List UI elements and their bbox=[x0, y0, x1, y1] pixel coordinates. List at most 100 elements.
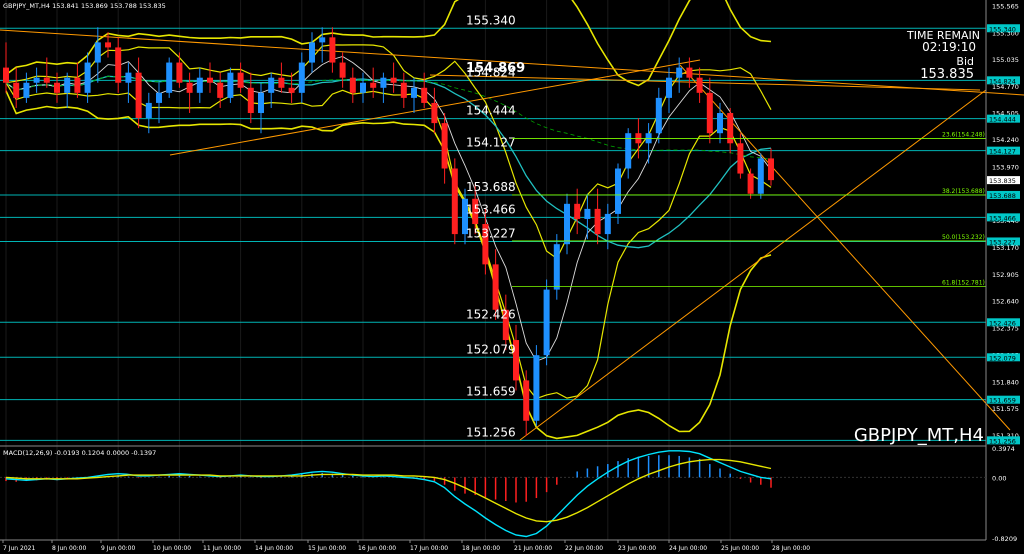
time-tick-label: 7 Jun 2021 bbox=[3, 545, 35, 552]
fib-label: 50.0(153.232) bbox=[942, 234, 985, 241]
candle-body bbox=[564, 203, 570, 245]
level-label: 154.127 bbox=[466, 136, 516, 150]
candle-body bbox=[207, 77, 213, 83]
candle-body bbox=[227, 72, 234, 98]
level-label: 155.340 bbox=[466, 13, 516, 27]
time-tick-label: 14 Jun 00:00 bbox=[255, 545, 293, 552]
candle-body bbox=[247, 87, 254, 114]
candle-body bbox=[339, 62, 346, 78]
fib-label: 38.2(153.688) bbox=[942, 188, 985, 195]
candle-body bbox=[666, 77, 672, 98]
candle-body bbox=[686, 67, 693, 78]
candle-body bbox=[135, 72, 142, 119]
level-label: 153.688 bbox=[466, 180, 516, 194]
candle-body bbox=[237, 72, 244, 88]
price-badge-label: 152.079 bbox=[989, 354, 1016, 362]
candle-body bbox=[319, 37, 326, 43]
candle-body bbox=[176, 62, 183, 83]
candle-body bbox=[492, 264, 499, 310]
candle-body bbox=[54, 82, 60, 93]
macd-label: MACD(12,26,9) -0.0193 0.1204 0.0000 -0.1… bbox=[3, 449, 156, 457]
price-badge-label: 154.444 bbox=[989, 116, 1016, 124]
fib-label: 23.6(154.248) bbox=[942, 131, 985, 138]
candle-body bbox=[196, 77, 203, 93]
time-tick-label: 25 Jun 00:00 bbox=[721, 545, 759, 552]
candle-body bbox=[13, 82, 20, 98]
level-label: 154.444 bbox=[466, 104, 516, 118]
candle-body bbox=[655, 97, 662, 134]
time-tick-label: 11 Jun 00:00 bbox=[203, 545, 241, 552]
price-tick-label: 151.575 bbox=[992, 405, 1019, 413]
bid-value: 153.835 bbox=[920, 67, 974, 82]
candle-body bbox=[768, 158, 774, 181]
level-label: 153.466 bbox=[466, 202, 516, 216]
candle-body bbox=[278, 77, 285, 88]
candle-body bbox=[574, 203, 581, 219]
candle-body bbox=[145, 102, 152, 119]
candle-body bbox=[298, 62, 305, 93]
candle-body bbox=[543, 289, 550, 356]
time-tick-label: 22 Jun 00:00 bbox=[565, 545, 603, 552]
level-label: 152.079 bbox=[466, 342, 516, 356]
candle-body bbox=[84, 62, 91, 93]
price-tick-label: 152.640 bbox=[992, 298, 1019, 306]
candle-body bbox=[115, 47, 122, 83]
time-tick-label: 16 Jun 00:00 bbox=[358, 545, 396, 552]
time-tick-label: 15 Jun 00:00 bbox=[308, 545, 346, 552]
price-badge-label: 154.824 bbox=[989, 77, 1016, 85]
candle-body bbox=[706, 92, 713, 134]
candle-body bbox=[411, 87, 417, 98]
candle-body bbox=[604, 213, 611, 235]
trading-chart[interactable]: 155.340 154.824 154.869 154.444 154.127 153.6… bbox=[0, 0, 1024, 554]
candle-body bbox=[737, 143, 744, 174]
time-remain-value: 02:19:10 bbox=[922, 40, 976, 54]
macd-tick-label: 0.00 bbox=[992, 474, 1006, 482]
candle-body bbox=[451, 168, 458, 235]
candle-body bbox=[125, 72, 132, 83]
price-tick-label: 153.970 bbox=[992, 163, 1019, 171]
candle-body bbox=[717, 113, 723, 134]
candle-body bbox=[421, 87, 428, 103]
price-tick-label: 152.905 bbox=[992, 271, 1019, 279]
price-tick-label: 155.035 bbox=[992, 56, 1019, 64]
candle-body bbox=[3, 67, 9, 83]
candle-body bbox=[390, 77, 397, 83]
candle-body bbox=[594, 208, 601, 235]
candle-body bbox=[553, 244, 560, 290]
macd-tick-label: 0.3974 bbox=[992, 445, 1015, 453]
candle-body bbox=[268, 77, 275, 93]
candle-body bbox=[288, 87, 295, 93]
candle-body bbox=[309, 42, 315, 63]
candle-body bbox=[360, 82, 366, 93]
candle-body bbox=[696, 77, 703, 93]
candle-body bbox=[400, 82, 407, 98]
time-tick-label: 24 Jun 00:00 bbox=[669, 545, 707, 552]
candle-body bbox=[186, 82, 193, 93]
time-tick-label: 28 Jun 00:00 bbox=[772, 545, 810, 552]
time-tick-label: 18 Jun 00:00 bbox=[462, 545, 500, 552]
candle-body bbox=[94, 42, 101, 63]
symbol-watermark: GBPJPY_MT,H4 bbox=[854, 425, 984, 446]
candle-body bbox=[23, 82, 30, 98]
macd-tick-label: -0.8209 bbox=[992, 535, 1017, 543]
price-badge-label: 153.227 bbox=[989, 238, 1016, 246]
candle-body bbox=[258, 92, 264, 114]
chart-background bbox=[0, 0, 1024, 554]
candle-body bbox=[380, 77, 387, 88]
candle-body bbox=[74, 77, 81, 93]
candle-body bbox=[615, 168, 621, 214]
candle-body bbox=[747, 173, 754, 194]
price-badge-label: 153.688 bbox=[989, 192, 1016, 200]
candle-body bbox=[64, 77, 71, 93]
level-label: 154.869 bbox=[466, 61, 525, 76]
price-tick-label: 154.240 bbox=[992, 136, 1019, 144]
candle-body bbox=[217, 82, 224, 98]
candle-body bbox=[676, 67, 683, 78]
level-label: 151.659 bbox=[466, 385, 516, 399]
time-tick-label: 8 Jun 00:00 bbox=[52, 545, 86, 552]
time-tick-label: 10 Jun 00:00 bbox=[153, 545, 191, 552]
candle-body bbox=[584, 208, 591, 219]
candle-body bbox=[43, 77, 50, 83]
candle-body bbox=[370, 82, 377, 88]
fib-label: 61.8(152.781) bbox=[942, 279, 985, 286]
